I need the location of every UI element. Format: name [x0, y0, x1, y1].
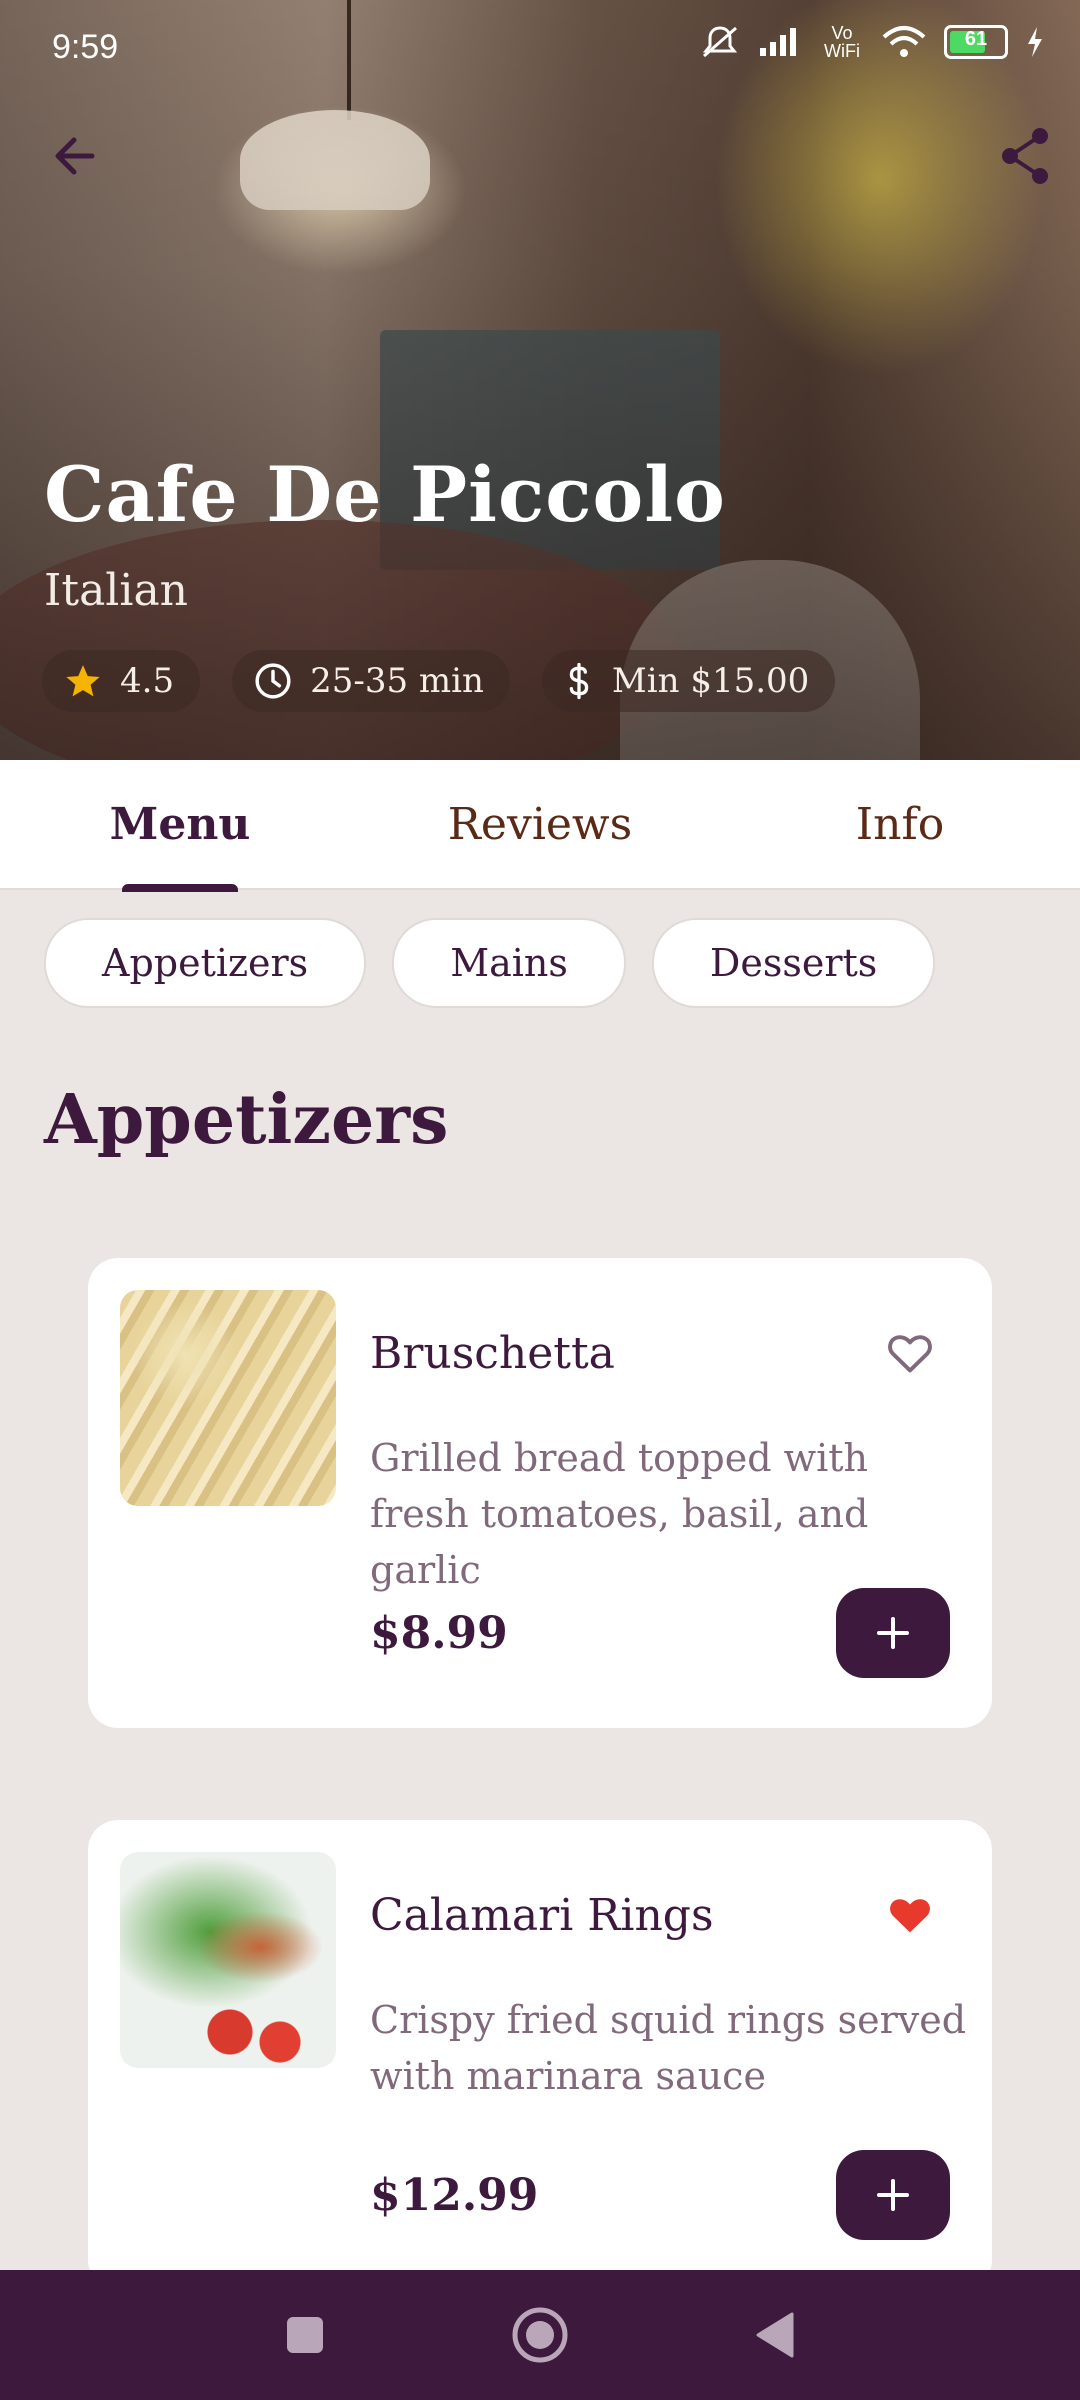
home-circle-icon — [512, 2307, 568, 2363]
dish-description: Grilled bread topped with fresh tomatoes… — [370, 1436, 869, 1592]
category-mains[interactable]: Mains — [392, 918, 626, 1008]
signal-icon — [760, 28, 796, 56]
dish-name: Calamari Rings — [370, 1890, 714, 1941]
star-icon — [66, 665, 100, 697]
category-filter: Appetizers Mains Desserts — [44, 918, 936, 1008]
tab-menu[interactable]: Menu — [80, 760, 280, 888]
back-button[interactable] — [40, 120, 112, 192]
share-button[interactable] — [988, 120, 1060, 192]
active-tab-indicator — [122, 884, 238, 892]
heart-outline-icon — [888, 1335, 932, 1373]
status-time: 9:59 — [52, 28, 119, 66]
clock-icon — [255, 663, 291, 699]
status-bar: 9:59 Vo WiFi 61 — [0, 0, 1080, 100]
add-to-cart-button[interactable] — [836, 2150, 950, 2240]
dish-photo — [120, 1290, 336, 1506]
recents-button[interactable] — [270, 2270, 340, 2400]
plus-icon — [877, 1617, 909, 1649]
dish-price: $8.99 — [370, 1608, 508, 1659]
menu-item-card[interactable]: Calamari Rings Crispy fried squid rings … — [88, 1820, 992, 2290]
system-navigation-bar — [0, 2270, 1080, 2400]
hero-image — [0, 0, 1080, 760]
dish-photo — [120, 1852, 336, 2068]
mute-bell-icon — [702, 26, 738, 58]
rating-chip: 4.5 — [42, 650, 201, 712]
category-appetizers[interactable]: Appetizers — [44, 918, 367, 1008]
dish-name: Bruschetta — [370, 1328, 615, 1379]
share-icon — [1002, 128, 1048, 184]
category-desserts[interactable]: Desserts — [651, 918, 936, 1008]
add-to-cart-button[interactable] — [836, 1588, 950, 1678]
back-nav-button[interactable] — [740, 2270, 810, 2400]
heart-filled-icon — [890, 1899, 930, 1933]
arrow-left-icon — [55, 137, 95, 175]
favorite-button[interactable] — [884, 1888, 936, 1940]
square-icon — [287, 2317, 323, 2353]
restaurant-name: Cafe De Piccolo — [44, 450, 726, 539]
section-title: Appetizers — [44, 1080, 449, 1160]
tab-reviews[interactable]: Reviews — [430, 760, 650, 888]
menu-item-card[interactable]: Bruschetta Grilled bread topped with fre… — [88, 1258, 992, 1728]
tab-info[interactable]: Info — [820, 760, 980, 888]
battery-icon: 61 — [944, 25, 1008, 59]
restaurant-cuisine: Italian — [44, 565, 189, 616]
restaurant-info-chips: 4.5 25-35 min Min $15.00 — [42, 650, 836, 712]
wifi-icon — [882, 26, 926, 57]
min-order-chip: Min $15.00 — [541, 650, 836, 712]
charging-icon — [1028, 27, 1042, 57]
favorite-button[interactable] — [884, 1326, 936, 1378]
vowifi-label: Vo WiFi — [824, 23, 860, 61]
dish-description: Crispy fried squid rings served with mar… — [370, 1998, 967, 2098]
triangle-back-icon — [756, 2312, 794, 2358]
plus-icon — [877, 2179, 909, 2211]
dollar-icon — [569, 662, 589, 700]
home-button[interactable] — [500, 2270, 580, 2400]
tab-bar: Menu Reviews Info — [0, 760, 1080, 890]
dish-price: $12.99 — [370, 2170, 539, 2221]
delivery-time-chip: 25-35 min — [232, 650, 510, 712]
